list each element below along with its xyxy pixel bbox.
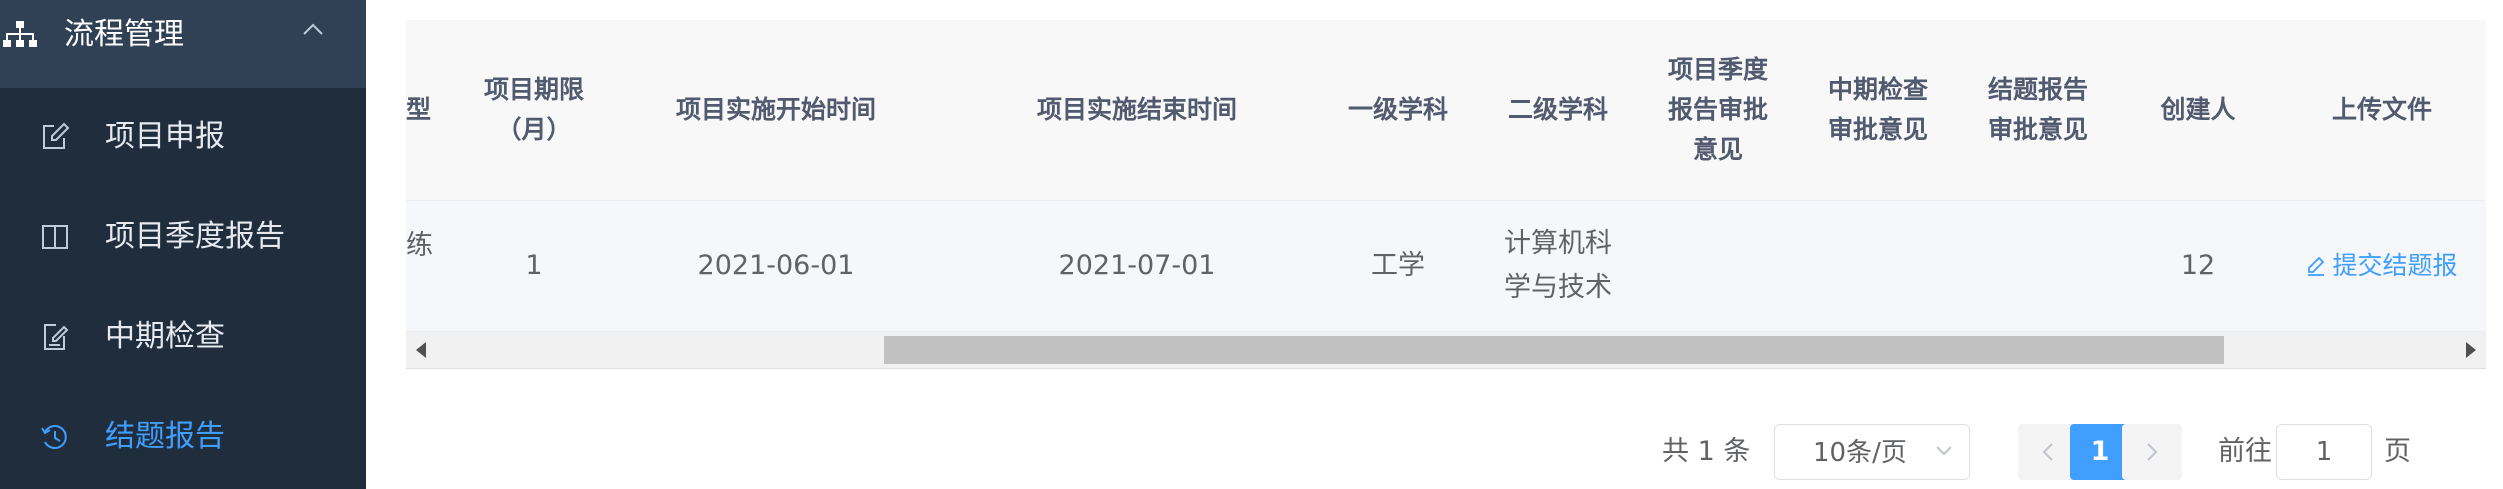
page-size-value: 10条/页 xyxy=(1813,438,1907,468)
scroll-left-icon[interactable] xyxy=(416,342,426,358)
sidebar-item-label: 结题报告 xyxy=(105,419,225,454)
chevron-left-icon xyxy=(2042,443,2053,461)
cell-creator: 12 xyxy=(2180,250,2216,281)
chevron-right-icon xyxy=(2147,443,2158,461)
scrollbar-thumb[interactable] xyxy=(884,336,2224,364)
sidebar-item-project-application[interactable]: 项目申报 xyxy=(0,88,366,188)
edit-icon xyxy=(2308,256,2325,276)
table-row: 练 1 2021-06-01 2021-07-01 工学 计算机科 学与技术 1… xyxy=(406,201,2486,332)
column-header-type: 型 xyxy=(406,95,432,124)
submit-final-report-link[interactable]: 提交结题报 xyxy=(2278,201,2486,331)
history-icon xyxy=(41,425,67,449)
cell-duration: 1 xyxy=(525,250,543,281)
column-header-discipline1: 一级学科 xyxy=(1347,95,1448,124)
menu-group-label: 流程管理 xyxy=(64,17,184,52)
column-header-duration: 项目期限 （月） xyxy=(483,75,584,144)
submit-final-report-label: 提交结题报 xyxy=(2332,251,2458,280)
page-size-select[interactable]: 10条/页 xyxy=(1774,424,1970,480)
page-number-current[interactable]: 1 xyxy=(2070,424,2130,480)
horizontal-scrollbar[interactable] xyxy=(406,332,2486,369)
project-table: 型 项目期限 （月） 项目实施开始时间 项目实施结束时间 一级学科 二级学科 项… xyxy=(406,20,2486,369)
sidebar-item-quarterly-report[interactable]: 项目季度报告 xyxy=(0,188,366,288)
edit-icon xyxy=(43,122,70,149)
chevron-down-icon xyxy=(1936,446,1952,456)
book-icon xyxy=(42,225,68,249)
cell-end-date: 2021-07-01 xyxy=(1058,250,1216,281)
cell-discipline2: 计算机科 学与技术 xyxy=(1504,228,1612,303)
main-content: 型 项目期限 （月） 项目实施开始时间 项目实施结束时间 一级学科 二级学科 项… xyxy=(366,0,2503,489)
table-header: 型 项目期限 （月） 项目实施开始时间 项目实施结束时间 一级学科 二级学科 项… xyxy=(406,20,2486,201)
cell-discipline1: 工学 xyxy=(1371,250,1425,281)
sidebar-item-final-report[interactable]: 结题报告 xyxy=(0,388,366,488)
total-count: 共 1 条 xyxy=(1662,436,1751,467)
column-header-end-date: 项目实施结束时间 xyxy=(1036,95,1237,124)
column-header-upload: 上传文件 xyxy=(2331,95,2432,124)
sitemap-icon xyxy=(3,21,37,47)
sidebar-item-label: 中期检查 xyxy=(105,319,225,354)
sidebar-item-midterm-check[interactable]: 中期检查 xyxy=(0,288,366,388)
cell-quarterly-opinion xyxy=(1638,201,1798,331)
goto-suffix: 页 xyxy=(2384,436,2411,467)
cell-start-date: 2021-06-01 xyxy=(697,250,855,281)
prev-page-button[interactable] xyxy=(2018,424,2078,480)
column-header-quarterly-opinion: 项目季度 报告审批 意见 xyxy=(1667,55,1768,164)
cell-final-opinion xyxy=(1958,201,2118,331)
goto-label: 前往 xyxy=(2218,436,2272,467)
sidebar-item-label: 项目季度报告 xyxy=(105,219,285,254)
submenu: 项目申报 项目季度报告 中期检查 结题报告 xyxy=(0,88,366,489)
sidebar-item-label: 项目申报 xyxy=(105,119,225,154)
menu-group-process-management[interactable]: 流程管理 xyxy=(0,0,366,88)
column-header-creator: 创建人 xyxy=(2160,95,2236,124)
column-header-start-date: 项目实施开始时间 xyxy=(675,95,876,124)
chevron-up-icon[interactable] xyxy=(302,22,324,36)
next-page-button[interactable] xyxy=(2122,424,2182,480)
sidebar: 流程管理 项目申报 项目季度报告 中期检查 结题报告 xyxy=(0,0,366,489)
scroll-right-icon[interactable] xyxy=(2466,342,2476,358)
goto-page-input[interactable] xyxy=(2276,424,2372,480)
cell-midterm-opinion xyxy=(1798,201,1958,331)
column-header-midterm-opinion: 中期检查 审批意见 xyxy=(1827,75,1928,144)
cell-type: 练 xyxy=(406,230,433,261)
checklist-icon xyxy=(44,324,69,350)
column-header-discipline2: 二级学科 xyxy=(1507,95,1608,124)
column-header-final-opinion: 结题报告 审批意见 xyxy=(1987,75,2088,144)
